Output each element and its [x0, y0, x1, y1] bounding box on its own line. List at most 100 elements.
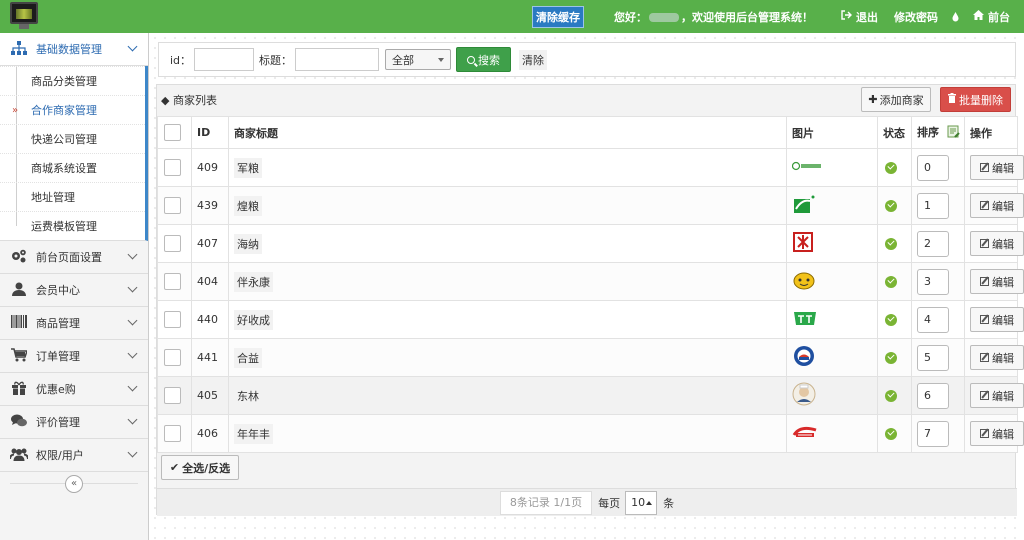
trash-icon — [948, 93, 956, 106]
sidebar-item-category[interactable]: 商品分类管理 — [0, 66, 145, 95]
table-row: 407 海纳 2 编辑 — [157, 224, 1024, 263]
edit-icon — [980, 277, 989, 286]
sidebar-item-express[interactable]: 快递公司管理 — [0, 124, 145, 153]
status-ok-icon[interactable] — [885, 428, 897, 440]
sidebar-group-reviews[interactable]: 评价管理 — [0, 406, 148, 439]
sidebar-group-orders[interactable]: 订单管理 — [0, 340, 148, 373]
sort-input[interactable]: 7 — [917, 420, 949, 447]
main-content: id： 标题： 全部 搜索 清除 ◆ 商家列表 ✚ 添加商家 批量删除 ID 商… — [150, 33, 1024, 540]
sort-input[interactable]: 3 — [917, 268, 949, 295]
sort-input[interactable]: 1 — [917, 192, 949, 219]
search-bar: id： 标题： 全部 搜索 清除 — [158, 42, 1016, 77]
drop-icon[interactable] — [952, 11, 959, 22]
logo-heyi — [792, 345, 816, 370]
logout-icon — [841, 10, 852, 23]
row-action-cell: 编辑 — [964, 338, 1024, 377]
sidebar-item-merchant[interactable]: » 合作商家管理 — [0, 95, 145, 124]
status-select[interactable]: 全部 — [385, 49, 452, 70]
home-icon — [973, 10, 984, 23]
clear-cache-button[interactable]: 清除缓存 — [532, 5, 584, 28]
title-input[interactable] — [295, 48, 380, 71]
select-all-button[interactable]: ✔ 全选/反选 — [161, 455, 239, 480]
row-sort-cell: 7 — [911, 414, 965, 453]
title-label: 标题： — [259, 53, 293, 67]
row-sort-cell: 1 — [911, 186, 965, 225]
row-action-cell: 编辑 — [964, 376, 1024, 415]
search-button[interactable]: 搜索 — [456, 47, 512, 72]
status-ok-icon[interactable] — [885, 162, 897, 174]
sidebar-group-goods[interactable]: 商品管理 — [0, 307, 148, 340]
sidebar-group-front-pages[interactable]: 前台页面设置 — [0, 241, 148, 274]
save-sort-icon[interactable] — [947, 125, 960, 141]
row-status-cell — [877, 262, 912, 301]
row-status-cell — [877, 224, 912, 263]
sort-input[interactable]: 4 — [917, 306, 949, 333]
status-ok-icon[interactable] — [885, 390, 897, 402]
logo-huangliang — [792, 193, 816, 218]
sidebar-submenu: 商品分类管理 » 合作商家管理 快递公司管理 商城系统设置 地址管理 运费模板管理 — [0, 66, 148, 241]
edit-button[interactable]: 编辑 — [970, 345, 1024, 370]
change-password-link[interactable]: 修改密码 — [894, 9, 938, 25]
row-checkbox[interactable] — [164, 311, 181, 328]
column-header-id: ID — [191, 116, 229, 149]
edit-button[interactable]: 编辑 — [970, 383, 1024, 408]
status-ok-icon[interactable] — [885, 276, 897, 288]
sort-input[interactable]: 6 — [917, 382, 949, 409]
table-row: 406 年年丰 7 编辑 — [157, 414, 1024, 453]
status-ok-icon[interactable] — [885, 314, 897, 326]
sidebar-item-freight[interactable]: 运费模板管理 — [0, 211, 145, 240]
sort-input[interactable]: 5 — [917, 344, 949, 371]
sidebar-item-mall-settings[interactable]: 商城系统设置 — [0, 153, 145, 182]
row-checkbox-cell — [157, 414, 192, 453]
edit-icon — [980, 353, 989, 362]
row-checkbox[interactable] — [164, 349, 181, 366]
row-checkbox[interactable] — [164, 197, 181, 214]
row-checkbox[interactable] — [164, 273, 181, 290]
row-image-cell — [786, 414, 878, 453]
row-checkbox[interactable] — [164, 425, 181, 442]
id-input[interactable] — [194, 48, 255, 71]
edit-icon — [980, 391, 989, 400]
row-checkbox[interactable] — [164, 387, 181, 404]
sort-input[interactable]: 0 — [917, 154, 949, 181]
edit-button[interactable]: 编辑 — [970, 269, 1024, 294]
front-link[interactable]: 前台 — [973, 9, 1010, 25]
row-checkbox[interactable] — [164, 235, 181, 252]
row-title-cell: 合益 — [228, 338, 787, 377]
clear-button[interactable]: 清除 — [519, 49, 548, 70]
add-merchant-button[interactable]: ✚ 添加商家 — [861, 87, 931, 112]
page-size-select[interactable]: 10 — [625, 490, 658, 515]
sort-input[interactable]: 2 — [917, 230, 949, 257]
pagination: 8条记录 1/1页 每页 10 条 — [157, 488, 1017, 516]
status-ok-icon[interactable] — [885, 238, 897, 250]
edit-button[interactable]: 编辑 — [970, 193, 1024, 218]
batch-delete-button[interactable]: 批量删除 — [940, 87, 1011, 112]
sidebar-group-basic-data[interactable]: 基础数据管理 — [0, 33, 148, 66]
column-header-sort: 排序 — [911, 116, 965, 149]
table-row: 404 伴永康 3 编辑 — [157, 262, 1024, 301]
sidebar-group-permissions[interactable]: 权限/用户 — [0, 439, 148, 472]
chevron-down-icon — [127, 414, 138, 425]
logout-link[interactable]: 退出 — [841, 9, 878, 25]
row-checkbox[interactable] — [164, 159, 181, 176]
edit-button[interactable]: 编辑 — [970, 231, 1024, 256]
row-id: 441 — [191, 338, 229, 377]
select-all-checkbox[interactable] — [164, 124, 181, 141]
row-action-cell: 编辑 — [964, 300, 1024, 339]
edit-button[interactable]: 编辑 — [970, 307, 1024, 332]
sidebar-group-member[interactable]: 会员中心 — [0, 274, 148, 307]
chevron-down-icon — [127, 315, 138, 326]
status-ok-icon[interactable] — [885, 352, 897, 364]
barcode-icon — [10, 315, 28, 331]
sidebar-group-coupons[interactable]: 优惠e购 — [0, 373, 148, 406]
sidebar-item-address[interactable]: 地址管理 — [0, 182, 145, 211]
column-header-image: 图片 — [786, 116, 878, 149]
chevron-down-icon — [127, 249, 138, 260]
caret-up-icon — [646, 500, 653, 505]
row-status-cell — [877, 186, 912, 225]
sidebar-collapse-row: « — [0, 472, 148, 496]
edit-button[interactable]: 编辑 — [970, 421, 1024, 446]
edit-button[interactable]: 编辑 — [970, 155, 1024, 180]
status-ok-icon[interactable] — [885, 200, 897, 212]
sidebar-collapse-button[interactable]: « — [65, 475, 83, 493]
